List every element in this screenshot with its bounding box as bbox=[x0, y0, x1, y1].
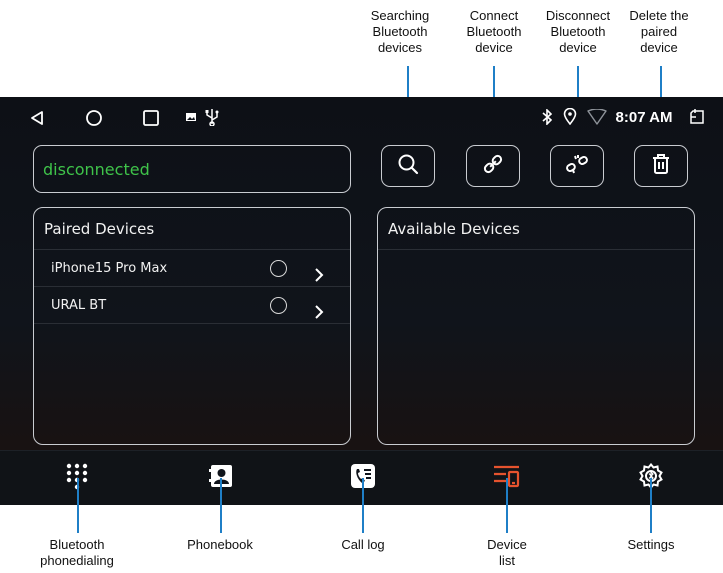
screenshot-icon[interactable] bbox=[688, 107, 708, 127]
radio-icon[interactable] bbox=[270, 297, 287, 314]
home-icon[interactable] bbox=[83, 107, 105, 129]
callout-search-devices: Searching Bluetooth devices bbox=[370, 8, 430, 55]
bluetooth-icon bbox=[540, 108, 554, 126]
available-devices-title: Available Devices bbox=[378, 208, 694, 250]
disconnect-device-button[interactable] bbox=[550, 145, 604, 187]
callout-line-device-list bbox=[506, 478, 508, 533]
clock: 8:07 AM bbox=[615, 108, 673, 126]
recents-icon[interactable] bbox=[140, 107, 162, 129]
callout-delete-device: Delete the paired device bbox=[629, 8, 689, 55]
callout-line-dialing bbox=[77, 478, 79, 533]
connect-device-button[interactable] bbox=[466, 145, 520, 187]
link-icon bbox=[481, 152, 505, 181]
delete-device-button[interactable] bbox=[634, 145, 688, 187]
trash-icon bbox=[651, 153, 671, 180]
paired-devices-title: Paired Devices bbox=[34, 208, 350, 250]
callout-settings: Settings bbox=[627, 537, 675, 552]
callout-bt-dialing: Bluetooth phonedialing bbox=[40, 537, 114, 568]
location-icon bbox=[562, 107, 578, 125]
callout-phonebook: Phonebook bbox=[187, 537, 253, 552]
chevron-right-icon[interactable] bbox=[312, 261, 326, 282]
status-bar: 8:07 AM bbox=[0, 97, 723, 137]
paired-devices-panel: Paired Devices iPhone15 Pro Max URAL BT bbox=[33, 207, 351, 445]
callout-line-call-log bbox=[362, 478, 364, 533]
wifi-icon bbox=[586, 108, 608, 126]
head-unit-screen: 8:07 AM disconnected Paired Devices iPho… bbox=[0, 97, 723, 505]
callout-device-list: Device list bbox=[487, 537, 527, 568]
available-devices-panel: Available Devices bbox=[377, 207, 695, 445]
image-icon bbox=[184, 110, 198, 124]
callout-connect-device: Connect Bluetooth device bbox=[466, 8, 522, 55]
callout-line-phonebook bbox=[220, 478, 222, 533]
paired-device-row[interactable]: URAL BT bbox=[34, 287, 350, 324]
search-icon bbox=[397, 153, 419, 180]
connection-status-field: disconnected bbox=[33, 145, 351, 193]
callout-call-log: Call log bbox=[341, 537, 385, 552]
search-devices-button[interactable] bbox=[381, 145, 435, 187]
radio-icon[interactable] bbox=[270, 260, 287, 277]
back-icon[interactable] bbox=[26, 107, 48, 129]
device-name: iPhone15 Pro Max bbox=[51, 261, 168, 276]
unlink-icon bbox=[564, 152, 590, 181]
chevron-right-icon[interactable] bbox=[312, 298, 326, 319]
callout-disconnect-device: Disconnect Bluetooth device bbox=[545, 8, 611, 55]
callout-line-settings bbox=[650, 478, 652, 533]
device-name: URAL BT bbox=[51, 298, 107, 313]
usb-icon bbox=[203, 107, 221, 127]
paired-device-row[interactable]: iPhone15 Pro Max bbox=[34, 250, 350, 287]
